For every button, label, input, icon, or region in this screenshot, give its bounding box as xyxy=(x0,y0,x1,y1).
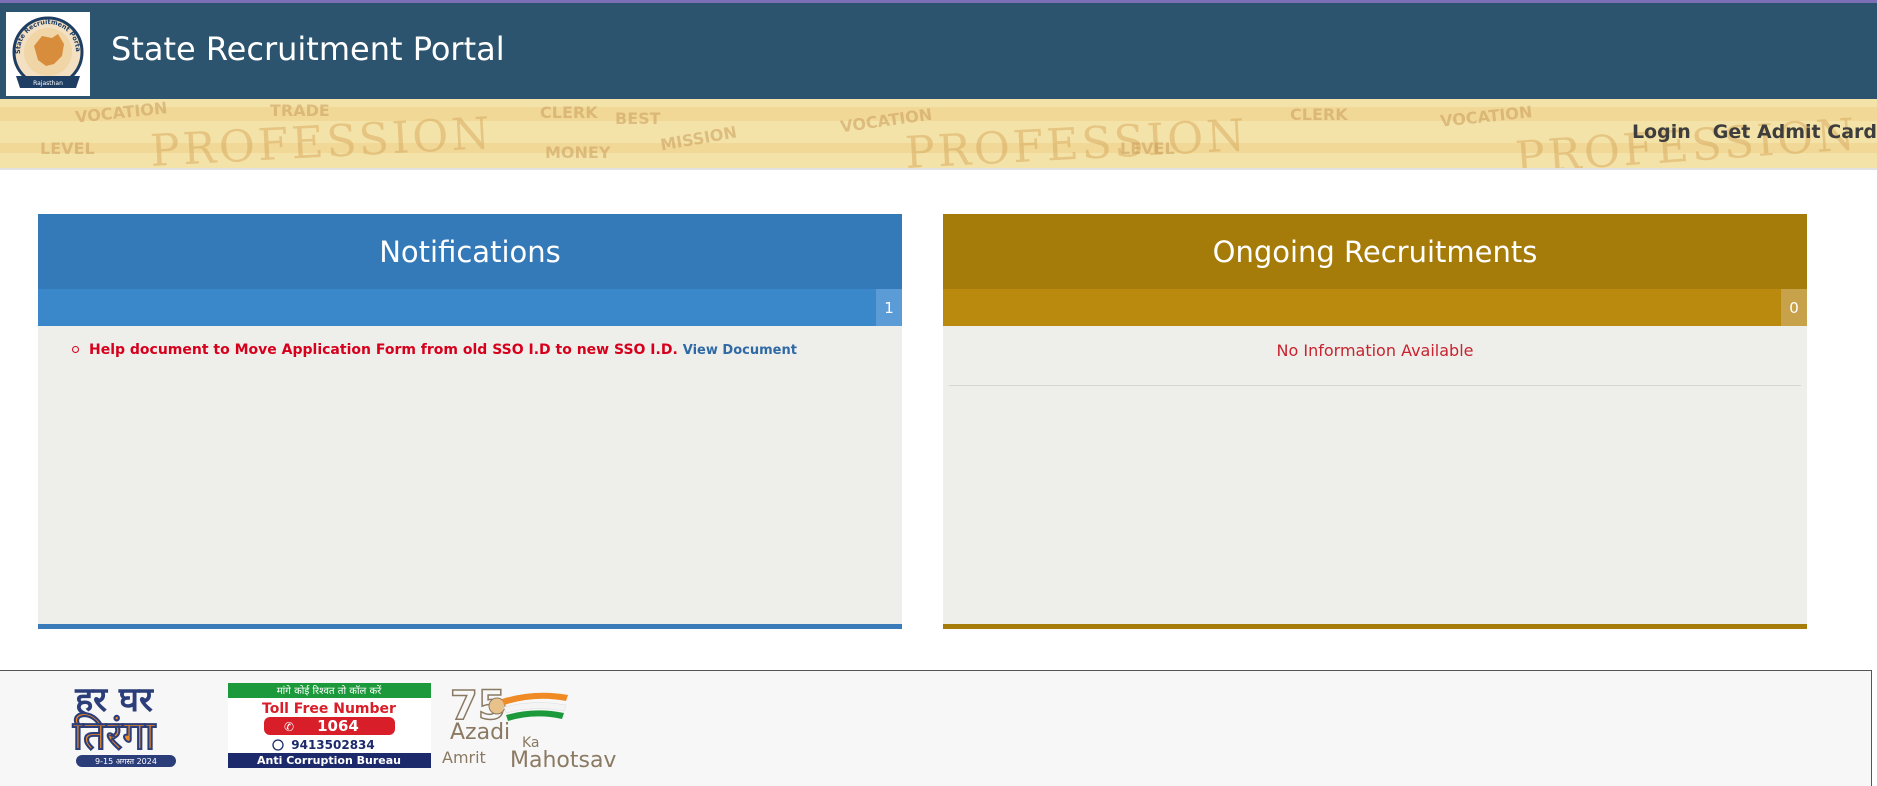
recruitments-count-badge: 0 xyxy=(1781,289,1807,326)
site-header: Rajasthan State Recruitment Portal State… xyxy=(0,3,1877,99)
site-title: State Recruitment Portal xyxy=(111,30,505,68)
top-nav: Login Get Admit Card xyxy=(1632,119,1877,145)
acb-whatsapp: 9413502834 xyxy=(291,738,375,752)
recruitments-subbar: 0 xyxy=(943,289,1807,326)
recruitments-panel: Ongoing Recruitments 0 No Information Av… xyxy=(943,214,1807,629)
phone-icon: ✆ xyxy=(284,720,294,734)
decorative-banner: PROFESSION PROFESSION PROFESSION VOCATIO… xyxy=(0,99,1877,170)
acb-toll-label: Toll Free Number xyxy=(262,701,396,717)
tiranga-line2: तिरंगा xyxy=(72,712,157,759)
notifications-panel: Notifications 1 Help document to Move Ap… xyxy=(38,214,902,629)
banner-word: MONEY xyxy=(545,143,611,162)
anti-corruption-helpline-banner[interactable]: मांगे कोई रिश्वत तो कॉल करें Toll Free N… xyxy=(228,683,431,768)
har-ghar-tiranga-banner[interactable]: हर घर तिरंगा 9-15 अगस्त 2024 xyxy=(14,680,219,771)
tiranga-dates: 9-15 अगस्त 2024 xyxy=(95,757,157,766)
banner-word: VOCATION xyxy=(74,99,169,127)
banner-word: LEVEL xyxy=(40,139,95,158)
admit-card-link[interactable]: Get Admit Card xyxy=(1713,119,1877,145)
notifications-count-badge: 1 xyxy=(876,289,902,326)
acb-toll-number: 1064 xyxy=(317,717,359,735)
acb-bureau: Anti Corruption Bureau xyxy=(257,754,401,767)
azadi-word1: Azadi xyxy=(450,720,510,745)
banner-word: LEVEL xyxy=(1120,139,1175,158)
view-document-link[interactable]: View Document xyxy=(683,343,797,358)
notification-text: Help document to Move Application Form f… xyxy=(89,342,678,358)
banner-word: CLERK xyxy=(540,103,598,122)
divider xyxy=(949,385,1801,386)
azadi-ka-amrit-mahotsav-logo[interactable]: 75 Azadi Ka Amrit Mahotsav xyxy=(440,679,650,774)
list-item: Help document to Move Application Form f… xyxy=(72,340,902,361)
portal-logo[interactable]: Rajasthan State Recruitment Portal xyxy=(6,12,90,96)
bullet-icon xyxy=(72,346,79,353)
azadi-word3: Amrit xyxy=(442,748,486,767)
banner-word: BEST xyxy=(615,109,661,128)
recruitments-title: Ongoing Recruitments xyxy=(943,214,1807,289)
no-information-text: No Information Available xyxy=(1276,341,1474,360)
notifications-title: Notifications xyxy=(38,214,902,289)
notifications-subbar: 1 xyxy=(38,289,902,326)
login-link[interactable]: Login xyxy=(1632,119,1691,145)
banner-word: CLERK xyxy=(1290,105,1348,124)
banner-word: TRADE xyxy=(270,101,330,120)
logo-bottom-text: Rajasthan xyxy=(33,80,63,87)
footer: हर घर तिरंगा 9-15 अगस्त 2024 मांगे कोई र… xyxy=(0,670,1872,786)
acb-tagline: मांगे कोई रिश्वत तो कॉल करें xyxy=(277,685,382,697)
notifications-list: Help document to Move Application Form f… xyxy=(38,340,902,361)
azadi-word4: Mahotsav xyxy=(510,748,616,773)
